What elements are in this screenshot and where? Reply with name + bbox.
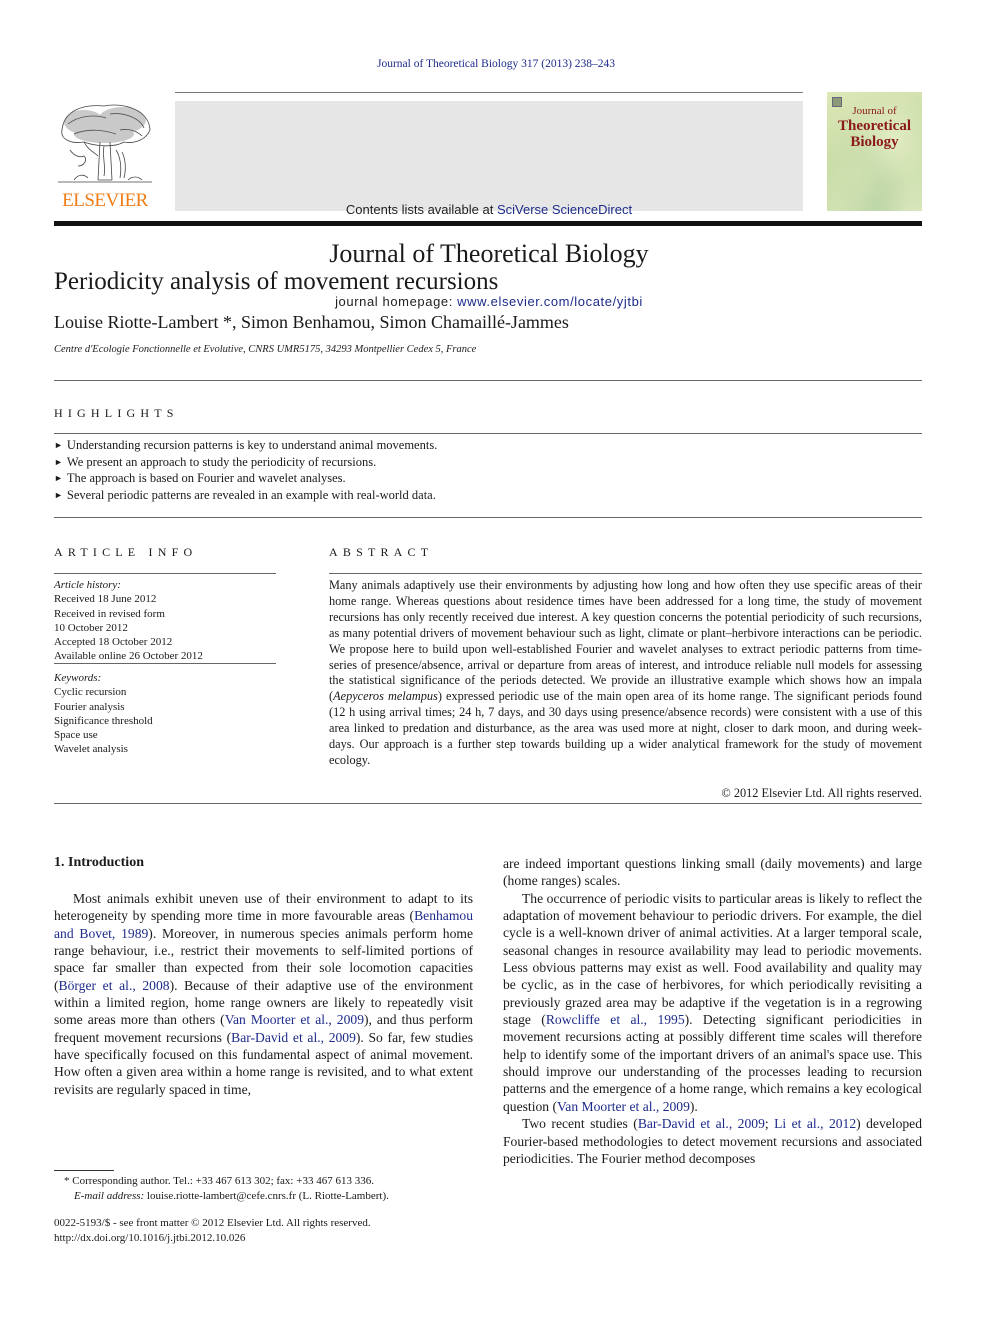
reference-link[interactable]: Li et al., 2012 [774, 1116, 856, 1131]
paragraph: Two recent studies (Bar-David et al., 20… [503, 1115, 922, 1167]
journal-banner: Contents lists available at SciVerse Sci… [175, 101, 803, 309]
text-run: ; [764, 1116, 775, 1132]
text-run: Most animals exhibit uneven use of their… [54, 891, 473, 924]
divider [329, 573, 922, 574]
history-item: Available online 26 October 2012 [54, 650, 203, 663]
divider [54, 663, 276, 664]
keywords-label: Keywords: [54, 672, 102, 684]
history-item: Received in revised form [54, 607, 165, 620]
highlight-item: Several periodic patterns are revealed i… [54, 488, 437, 505]
history-item: Accepted 18 October 2012 [54, 636, 173, 649]
header-top-rule [175, 92, 803, 93]
abstract-copyright: © 2012 Elsevier Ltd. All rights reserved… [721, 786, 922, 800]
homepage-prefix: journal homepage: [335, 294, 458, 309]
text-run: Two recent studies ( [522, 1116, 638, 1132]
abstract-heading: ABSTRACT [329, 545, 434, 559]
divider [54, 573, 276, 574]
sciencedirect-link[interactable]: SciVerse ScienceDirect [497, 202, 632, 217]
highlight-item: We present an approach to study the peri… [54, 455, 437, 472]
front-matter: 0022-5193/$ - see front matter © 2012 El… [54, 1216, 371, 1245]
paragraph: Most animals exhibit uneven use of their… [54, 890, 473, 1098]
email-line: E-mail address: louise.riotte-lambert@ce… [54, 1189, 474, 1204]
highlight-item: The approach is based on Fourier and wav… [54, 471, 437, 488]
elsevier-wordmark: ELSEVIER [62, 190, 148, 211]
keyword-item[interactable]: Cyclic recursion [54, 685, 276, 699]
email-suffix: (L. Riotte-Lambert). [296, 1189, 389, 1202]
contents-prefix: Contents lists available at [345, 202, 497, 217]
keywords: Keywords: Cyclic recursion Fourier analy… [54, 671, 276, 757]
corresponding-author-note: * Corresponding author. Tel.: +33 467 61… [64, 1175, 374, 1187]
article-history-label: Article history: [54, 579, 121, 591]
author-affiliation: Centre d'Ecologie Fonctionnelle et Evolu… [54, 344, 477, 355]
keyword-item[interactable]: Wavelet analysis [54, 742, 276, 756]
footnote: * Corresponding author. Tel.: +33 467 61… [54, 1174, 474, 1203]
email-address-link[interactable]: louise.riotte-lambert@cefe.cnrs.fr [147, 1190, 296, 1202]
cover-title-line3: Biology [850, 133, 899, 150]
reference-link[interactable]: Van Moorter et al., 2009 [557, 1099, 690, 1114]
text-run: The occurrence of periodic visits to par… [503, 890, 922, 1028]
divider [54, 803, 922, 804]
journal-cover-image: Journal of Theoretical Biology [827, 92, 922, 211]
keyword-item[interactable]: Fourier analysis [54, 700, 276, 714]
body-column-right: are indeed important questions linking s… [503, 855, 922, 1167]
cover-title: Journal of Theoretical Biology [827, 106, 922, 151]
history-item: 10 October 2012 [54, 621, 128, 634]
contents-availability-line: Contents lists available at SciVerse Sci… [175, 202, 803, 217]
reference-link[interactable]: Van Moorter et al., 2009 [225, 1012, 364, 1027]
reference-link[interactable]: Rowcliffe et al., 1995 [546, 1012, 685, 1027]
divider [54, 433, 922, 434]
cover-title-line2: Theoretical [837, 118, 912, 134]
divider [54, 517, 922, 518]
abstract-text-part1: Many animals adaptively use their enviro… [329, 578, 922, 704]
reference-link[interactable]: Bar-David et al., 2009 [231, 1030, 356, 1045]
body-column-left: Most animals exhibit uneven use of their… [54, 890, 473, 1098]
footnote-rule [54, 1170, 114, 1171]
highlights-heading: HIGHLIGHTS [54, 406, 179, 420]
reference-link[interactable]: Börger et al., 2008 [59, 978, 170, 993]
text-run: ). [689, 1098, 698, 1114]
article-info-heading: ARTICLE INFO [54, 545, 198, 559]
reference-link[interactable]: Bar-David et al., 2009 [638, 1116, 765, 1131]
email-label: E-mail address: [74, 1189, 147, 1202]
journal-homepage-link[interactable]: www.elsevier.com/locate/yjtbi [457, 294, 643, 309]
paragraph: are indeed important questions linking s… [503, 856, 922, 889]
introduction-heading: 1. Introduction [54, 855, 144, 870]
paragraph: The occurrence of periodic visits to par… [503, 890, 922, 1115]
article-history: Article history: Received 18 June 2012 R… [54, 578, 276, 664]
header-thick-rule [54, 221, 922, 226]
highlight-item: Understanding recursion patterns is key … [54, 438, 437, 455]
history-item: Received 18 June 2012 [54, 593, 157, 606]
highlights-list: Understanding recursion patterns is key … [54, 438, 437, 504]
abstract-body: Many animals adaptively use their enviro… [329, 578, 922, 769]
cover-title-line1: Journal of [852, 105, 897, 117]
doi-link[interactable]: http://dx.doi.org/10.1016/j.jtbi.2012.10… [54, 1231, 371, 1246]
keyword-item[interactable]: Significance threshold [54, 714, 276, 728]
issn-copyright: 0022-5193/$ - see front matter © 2012 El… [54, 1217, 371, 1229]
journal-homepage-line: journal homepage: www.elsevier.com/locat… [175, 294, 803, 309]
keyword-item[interactable]: Space use [54, 728, 276, 742]
journal-name: Journal of Theoretical Biology [329, 239, 649, 268]
article-title: Periodicity analysis of movement recursi… [54, 268, 499, 295]
species-name: Aepyceros melampus [333, 689, 438, 704]
article-authors: Louise Riotte-Lambert *, Simon Benhamou,… [54, 312, 569, 332]
divider [54, 380, 922, 381]
journal-citation-link[interactable]: Journal of Theoretical Biology 317 (2013… [0, 58, 992, 70]
